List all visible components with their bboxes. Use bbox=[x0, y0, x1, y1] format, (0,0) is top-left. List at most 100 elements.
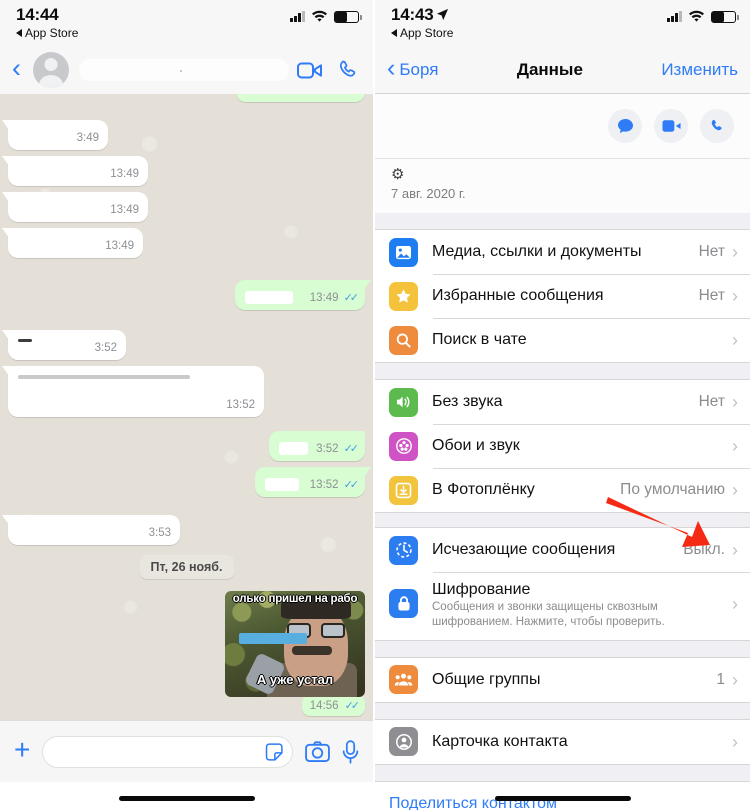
video-camera-icon bbox=[661, 120, 681, 132]
chat-nav-actions bbox=[297, 59, 361, 81]
message-row[interactable]: 13:49 bbox=[8, 228, 365, 258]
chat-bubble-outgoing[interactable]: 13:49 ✓✓ bbox=[235, 94, 365, 102]
status-back-to-app[interactable]: App Store bbox=[16, 27, 78, 39]
star-icon bbox=[389, 281, 418, 311]
message-row[interactable]: 13:49 ✓✓ bbox=[8, 280, 365, 310]
chat-bubble-incoming[interactable]: 13:49 bbox=[8, 192, 148, 222]
chevron-right-icon: › bbox=[732, 242, 738, 262]
meme-message[interactable]: олько пришел на рабо А уже устал 14:56 ✓… bbox=[225, 591, 365, 716]
message-time: 14:56 bbox=[309, 699, 339, 712]
chat-bubble-outgoing[interactable]: 13:49 ✓✓ bbox=[235, 280, 365, 310]
voice-call-action-button[interactable] bbox=[700, 109, 734, 143]
row-wallpaper-and-sound[interactable]: Обои и звук › bbox=[375, 424, 750, 468]
row-save-to-camera-roll[interactable]: В Фотоплёнку По умолчанию › bbox=[375, 468, 750, 512]
redacted-text bbox=[245, 291, 293, 304]
message-action-button[interactable] bbox=[608, 109, 642, 143]
row-label: Общие группы bbox=[432, 670, 541, 688]
edit-button[interactable]: Изменить bbox=[661, 60, 738, 80]
message-row[interactable]: 13:52 ✓✓ bbox=[8, 467, 365, 497]
message-time: 13:52 bbox=[226, 399, 255, 411]
section-gap bbox=[375, 363, 750, 379]
wifi-icon bbox=[689, 10, 704, 22]
bubble-meta: 13:49 bbox=[110, 204, 139, 216]
lock-icon bbox=[389, 589, 418, 618]
redacted-text bbox=[245, 94, 302, 96]
chat-back-icon[interactable]: ‹ bbox=[12, 55, 21, 82]
chat-bubble-incoming[interactable]: 13:52 bbox=[8, 366, 264, 417]
message-row[interactable]: 13:49 ✓✓ bbox=[8, 94, 365, 102]
row-media-links-documents[interactable]: Медиа, ссылки и документы Нет › bbox=[375, 230, 750, 274]
read-receipt-icon: ✓✓ bbox=[343, 443, 360, 455]
chat-bubble-incoming[interactable]: 3:52 bbox=[8, 330, 126, 360]
row-value: 1 bbox=[716, 670, 725, 688]
settings-group: Карточка контакта › bbox=[375, 718, 750, 765]
chat-bubble-incoming[interactable]: 13:49 bbox=[8, 156, 148, 186]
bubble-meta: 3:52 bbox=[95, 342, 117, 354]
contact-date-row: ⚙ 7 авг. 2020 г. bbox=[375, 158, 750, 213]
status-time: 14:44 bbox=[16, 5, 59, 24]
row-label: Без звука bbox=[432, 393, 503, 410]
message-row[interactable]: 3:53 bbox=[8, 515, 365, 545]
download-icon bbox=[389, 475, 418, 505]
message-row-image[interactable]: олько пришел на рабо А уже устал 14:56 ✓… bbox=[8, 591, 365, 716]
contact-name-redacted[interactable] bbox=[79, 59, 289, 81]
row-common-groups[interactable]: Общие группы 1 › bbox=[375, 658, 750, 702]
message-bubble-icon bbox=[617, 118, 633, 133]
bubble-meta: 3:53 bbox=[149, 527, 171, 539]
chevron-right-icon: › bbox=[732, 436, 738, 456]
chat-input-bar: + bbox=[0, 720, 373, 782]
row-disappearing-messages[interactable]: Исчезающие сообщения Выкл. › bbox=[375, 528, 750, 572]
wifi-icon bbox=[312, 10, 327, 22]
search-icon bbox=[389, 325, 418, 355]
chat-bubble-outgoing[interactable]: 3:52 ✓✓ bbox=[269, 431, 365, 461]
group-icon bbox=[389, 665, 418, 695]
chat-message-area[interactable]: 13:49 ✓✓ 3:49 bbox=[0, 94, 373, 720]
camera-icon[interactable] bbox=[305, 741, 330, 762]
message-row[interactable]: 13:49 bbox=[8, 192, 365, 222]
row-contact-card[interactable]: Карточка контакта › bbox=[375, 720, 750, 764]
chat-bubble-outgoing[interactable]: 13:52 ✓✓ bbox=[255, 467, 365, 497]
redacted-text bbox=[18, 375, 190, 379]
sticker-icon[interactable] bbox=[264, 742, 284, 762]
contact-avatar[interactable] bbox=[33, 52, 69, 88]
bubble-meta: 13:49 bbox=[105, 240, 134, 252]
chevron-right-icon: › bbox=[732, 731, 738, 752]
back-button[interactable]: ‹ Боря bbox=[387, 55, 439, 81]
message-row[interactable]: 3:49 bbox=[8, 120, 365, 150]
status-back-to-app[interactable]: App Store bbox=[391, 27, 453, 39]
chat-bubble-incoming[interactable]: 13:49 bbox=[8, 228, 143, 258]
plus-icon[interactable]: + bbox=[14, 735, 30, 764]
left-status-bar: 14:44 App Store bbox=[0, 0, 373, 46]
message-row[interactable]: 13:49 bbox=[8, 156, 365, 186]
read-receipt-icon: ✓✓ bbox=[343, 479, 360, 491]
wallpaper-icon bbox=[389, 431, 418, 461]
phone-icon[interactable] bbox=[337, 59, 359, 81]
back-label: Боря bbox=[399, 59, 439, 79]
row-mute[interactable]: Без звука Нет › bbox=[375, 380, 750, 424]
row-starred-messages[interactable]: Избранные сообщения Нет › bbox=[375, 274, 750, 318]
contact-info-panel: ⚙ 7 авг. 2020 г. Медиа, ссылки и докумен… bbox=[375, 94, 750, 810]
bubble-meta: 13:49 bbox=[110, 168, 139, 180]
row-label: Шифрование Сообщения и звонки защищены с… bbox=[432, 581, 732, 630]
message-time: 13:52 bbox=[309, 478, 339, 491]
chat-bubble-incoming[interactable]: 3:49 bbox=[8, 120, 108, 150]
message-row[interactable]: 3:52 bbox=[8, 330, 365, 360]
meme-image[interactable]: олько пришел на рабо А уже устал bbox=[225, 591, 365, 697]
message-row[interactable]: 13:52 bbox=[8, 366, 365, 417]
message-row[interactable]: 3:52 ✓✓ bbox=[8, 431, 365, 461]
message-input[interactable] bbox=[42, 735, 293, 768]
read-receipt-icon: ✓✓ bbox=[343, 292, 360, 304]
redacted-text bbox=[279, 442, 309, 455]
contact-card-icon bbox=[389, 727, 418, 757]
video-camera-icon[interactable] bbox=[297, 61, 323, 80]
cellular-signal-icon bbox=[290, 11, 305, 22]
settings-group: Общие группы 1 › bbox=[375, 656, 750, 703]
row-search-in-chat[interactable]: Поиск в чате › bbox=[375, 318, 750, 362]
row-value: Нет bbox=[698, 287, 725, 304]
video-call-action-button[interactable] bbox=[654, 109, 688, 143]
section-gap bbox=[375, 702, 750, 719]
chat-bubble-incoming[interactable]: 3:53 bbox=[8, 515, 180, 545]
status-bar-right bbox=[290, 6, 362, 23]
microphone-icon[interactable] bbox=[342, 739, 359, 764]
row-encryption[interactable]: Шифрование Сообщения и звонки защищены с… bbox=[375, 572, 750, 640]
